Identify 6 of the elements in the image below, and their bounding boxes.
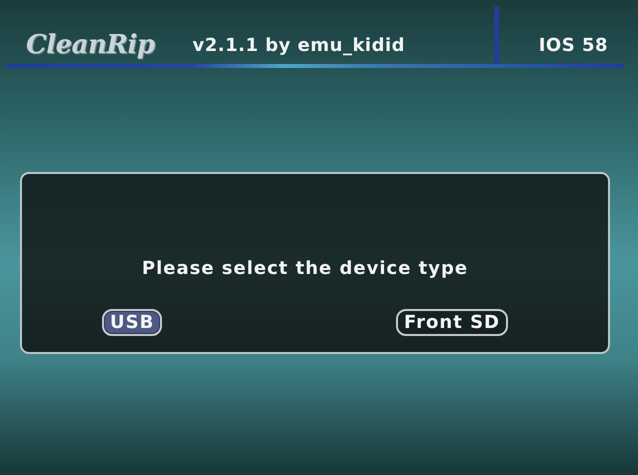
device-option-button[interactable]: Front SD	[396, 309, 508, 336]
app-logo: CleanRip	[26, 30, 155, 60]
device-option-button[interactable]: USB	[102, 309, 162, 336]
dialog-message: Please select the device type	[142, 258, 468, 279]
ios-text: IOS 58	[538, 34, 608, 56]
version-text: v2.1.1 by emu_kidid	[192, 34, 406, 56]
